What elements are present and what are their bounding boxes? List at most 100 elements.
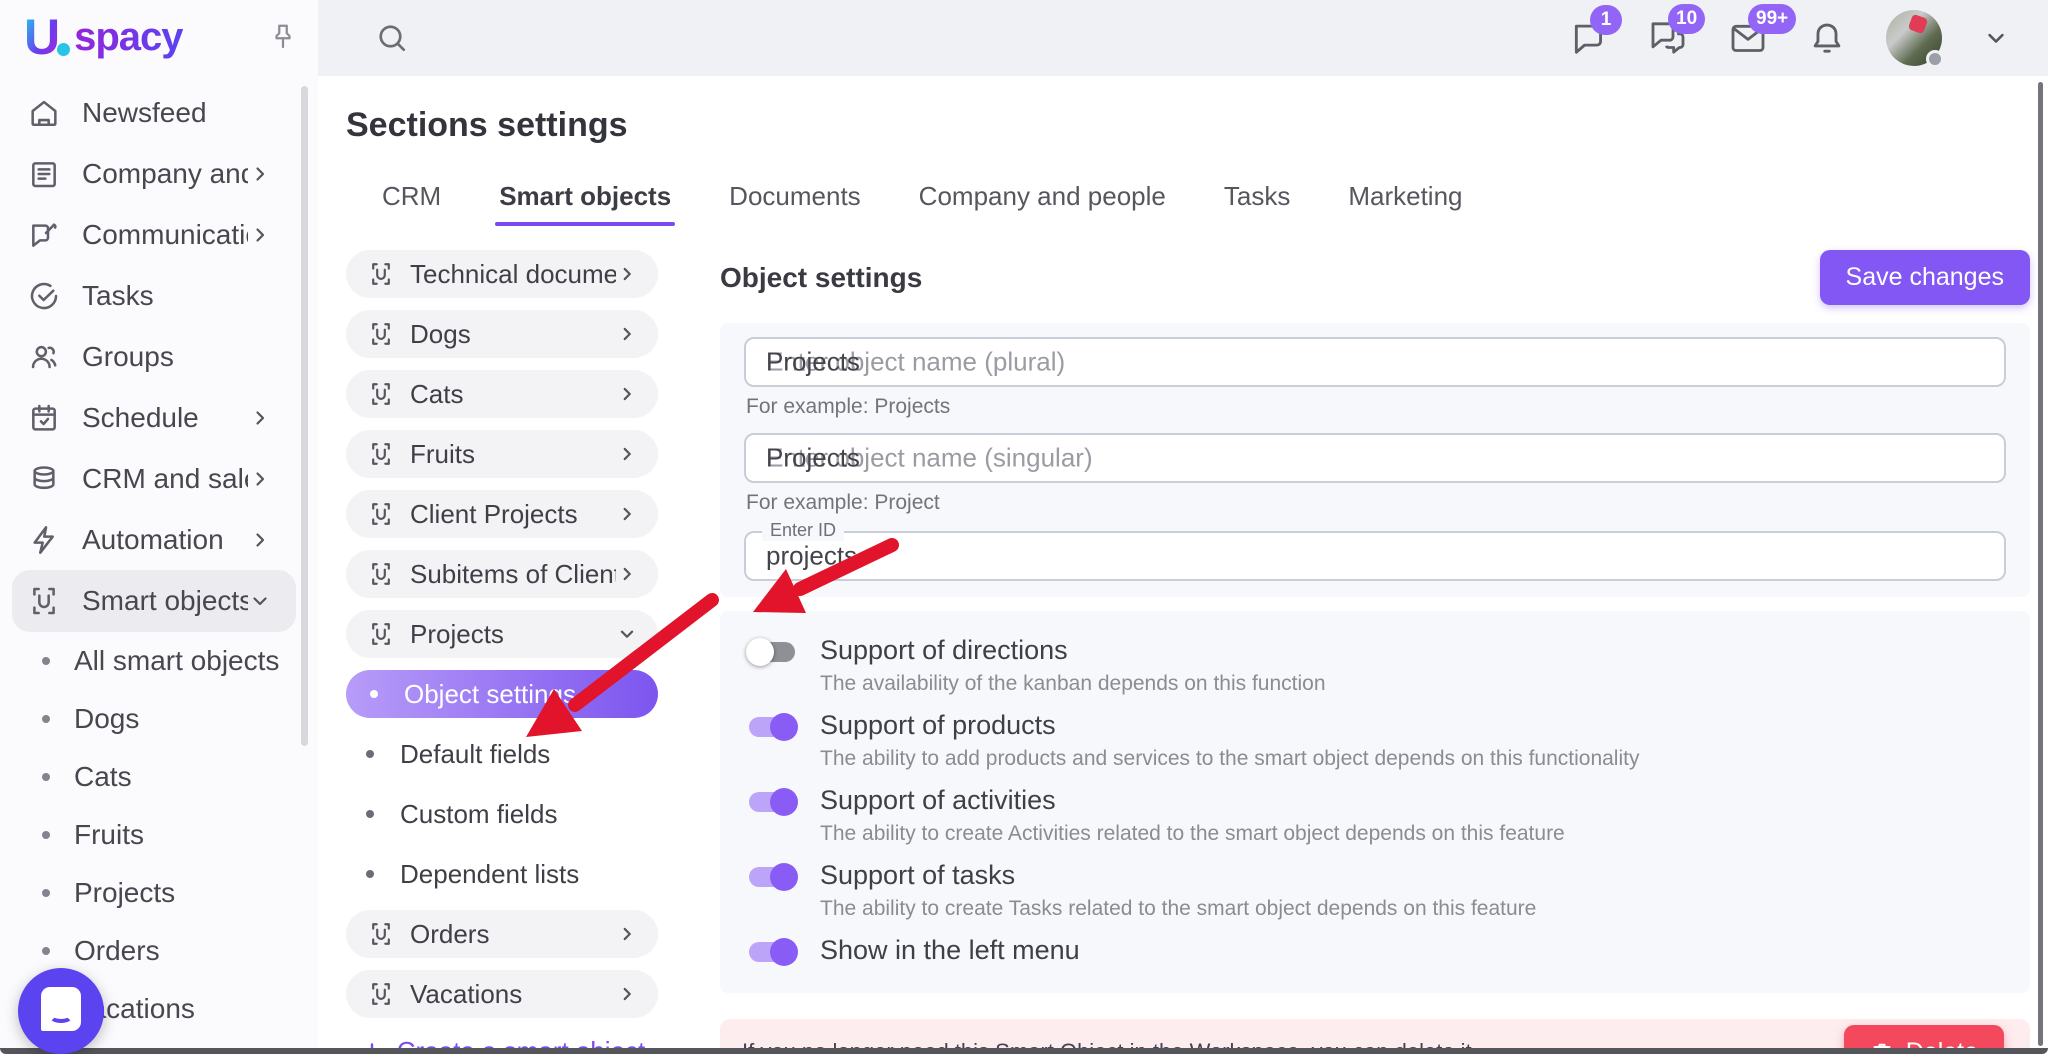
- object-item-projects[interactable]: Projects: [346, 610, 658, 658]
- toggle-description: The ability to create Tasks related to t…: [820, 897, 1536, 921]
- tab-documents[interactable]: Documents: [729, 181, 861, 226]
- avatar[interactable]: [1886, 10, 1942, 66]
- projects-subitem-dependent-lists[interactable]: Dependent lists: [346, 850, 658, 898]
- toggle-label: Support of activities: [820, 785, 1565, 815]
- feature-toggles-card: Support of directions The availability o…: [720, 611, 2030, 993]
- sidebar-item-label: Tasks: [82, 280, 272, 312]
- chevron-right-icon: [616, 383, 638, 405]
- support-chat-fab[interactable]: [18, 968, 104, 1054]
- sidebar-subitem-fruits[interactable]: Fruits: [0, 806, 318, 864]
- object-item-fruits[interactable]: Fruits: [346, 430, 658, 478]
- sidebar-item-newsfeed[interactable]: Newsfeed: [0, 82, 318, 143]
- sidebar-item-automation[interactable]: Automation: [0, 509, 318, 570]
- main-content: Sections settings CRM Smart objects Docu…: [318, 76, 2048, 1054]
- panel-title: Object settings: [720, 262, 922, 294]
- object-item-label: Orders: [410, 919, 616, 950]
- chat-bubble-icon: [41, 987, 81, 1031]
- projects-subitem-label: Custom fields: [400, 799, 558, 830]
- uspacy-app: U spacy Newsfeed Company and pe... Commu…: [0, 0, 2048, 1054]
- sidebar-subitem-all-smart-objects[interactable]: All smart objects: [0, 632, 318, 690]
- check-circle-icon: [28, 280, 60, 312]
- support-of-activities-toggle[interactable]: [746, 787, 798, 817]
- save-changes-button[interactable]: Save changes: [1820, 250, 2030, 305]
- sidebar-subitem-label: All smart objects: [74, 645, 279, 677]
- mail-icon[interactable]: 99+: [1728, 18, 1768, 58]
- object-item-orders[interactable]: Orders: [346, 910, 658, 958]
- projects-subitem-label: Object settings: [404, 679, 576, 710]
- tab-smart-objects[interactable]: Smart objects: [499, 181, 671, 226]
- object-item-technical-documents[interactable]: Technical documents: [346, 250, 658, 298]
- bullet-dot: [370, 690, 378, 698]
- bullet-dot: [42, 657, 50, 665]
- sidebar-subitem-cats[interactable]: Cats: [0, 748, 318, 806]
- object-item-label: Vacations: [410, 979, 616, 1010]
- object-id-input[interactable]: Enter ID projects: [744, 531, 2006, 581]
- sidebar-item-tasks[interactable]: Tasks: [0, 265, 318, 326]
- chevron-right-icon: [248, 162, 272, 186]
- sidebar-item-communication[interactable]: Communication ...: [0, 204, 318, 265]
- bell-icon[interactable]: [1808, 19, 1846, 57]
- support-of-directions-toggle[interactable]: [746, 637, 798, 667]
- support-of-tasks-toggle[interactable]: [746, 862, 798, 892]
- object-item-dogs[interactable]: Dogs: [346, 310, 658, 358]
- toggle-row-support-of-activities: Support of activities The ability to cre…: [744, 785, 2006, 846]
- sidebar-subitem-projects[interactable]: Projects: [0, 864, 318, 922]
- chat-icon[interactable]: 1: [1570, 19, 1608, 57]
- chevron-right-icon: [616, 983, 638, 1005]
- sidebar-item-schedule[interactable]: Schedule: [0, 387, 318, 448]
- projects-subitem-default-fields[interactable]: Default fields: [346, 730, 658, 778]
- tab-crm[interactable]: CRM: [382, 181, 441, 226]
- sidebar-subitem-label: Orders: [74, 935, 160, 967]
- bullet-dot: [42, 889, 50, 897]
- object-item-cats[interactable]: Cats: [346, 370, 658, 418]
- sidebar-subitem-dogs[interactable]: Dogs: [0, 690, 318, 748]
- id-card-icon: [28, 158, 60, 190]
- show-in-left-menu-toggle[interactable]: [746, 937, 798, 967]
- support-of-products-toggle[interactable]: [746, 712, 798, 742]
- toggle-row-support-of-tasks: Support of tasks The ability to create T…: [744, 860, 2006, 921]
- toggle-label: Support of products: [820, 710, 1639, 740]
- chevron-right-icon: [616, 263, 638, 285]
- chevron-right-icon: [616, 503, 638, 525]
- object-item-subitems-of-client-projects[interactable]: Subitems of Client Proje...: [346, 550, 658, 598]
- object-name-singular-input[interactable]: Enter object name (singular) Projects: [744, 433, 2006, 483]
- object-item-label: Projects: [410, 619, 616, 650]
- bullet-dot: [42, 831, 50, 839]
- sidebar-item-smart-objects[interactable]: Smart objects: [12, 570, 296, 632]
- sidebar-item-crm-and-sales[interactable]: CRM and sales: [0, 448, 318, 509]
- toggle-row-show-in-left-menu: Show in the left menu: [744, 935, 2006, 967]
- sidebar-scrollbar[interactable]: [301, 86, 308, 746]
- smart-object-icon: [368, 921, 394, 947]
- object-item-label: Fruits: [410, 439, 616, 470]
- profile-chevron-down-icon[interactable]: [1982, 24, 2010, 52]
- logo-dot: [57, 43, 70, 56]
- tab-tasks[interactable]: Tasks: [1224, 181, 1290, 226]
- sidebar-item-label: CRM and sales: [82, 463, 248, 495]
- chevron-right-icon: [248, 406, 272, 430]
- search-icon[interactable]: [374, 20, 410, 56]
- projects-subitem-custom-fields[interactable]: Custom fields: [346, 790, 658, 838]
- sidebar-item-groups[interactable]: Groups: [0, 326, 318, 387]
- plural-helper-text: For example: Projects: [746, 395, 2006, 419]
- toggle-description: The availability of the kanban depends o…: [820, 672, 1326, 696]
- object-name-plural-input[interactable]: Enter object name (plural) Projects: [744, 337, 2006, 387]
- object-item-client-projects[interactable]: Client Projects: [346, 490, 658, 538]
- sidebar-item-label: Company and pe...: [82, 158, 248, 190]
- bullet-dot: [366, 750, 374, 758]
- sidebar-item-company-and-people[interactable]: Company and pe...: [0, 143, 318, 204]
- tab-marketing[interactable]: Marketing: [1348, 181, 1462, 226]
- sidebar-item-label: Schedule: [82, 402, 248, 434]
- projects-subitem-object-settings[interactable]: Object settings: [346, 670, 658, 718]
- page-scrollbar[interactable]: [2038, 82, 2043, 1046]
- object-item-label: Technical documents: [410, 259, 616, 290]
- smart-object-icon: [368, 261, 394, 287]
- mail-badge: 99+: [1748, 4, 1796, 34]
- group-chat-icon[interactable]: 10: [1648, 18, 1688, 58]
- pin-sidebar-icon[interactable]: [268, 22, 298, 52]
- tab-company-and-people[interactable]: Company and people: [919, 181, 1166, 226]
- input-value: Projects: [766, 443, 860, 474]
- object-item-label: Client Projects: [410, 499, 616, 530]
- chevron-right-icon: [616, 443, 638, 465]
- home-icon: [28, 97, 60, 129]
- object-item-vacations[interactable]: Vacations: [346, 970, 658, 1018]
